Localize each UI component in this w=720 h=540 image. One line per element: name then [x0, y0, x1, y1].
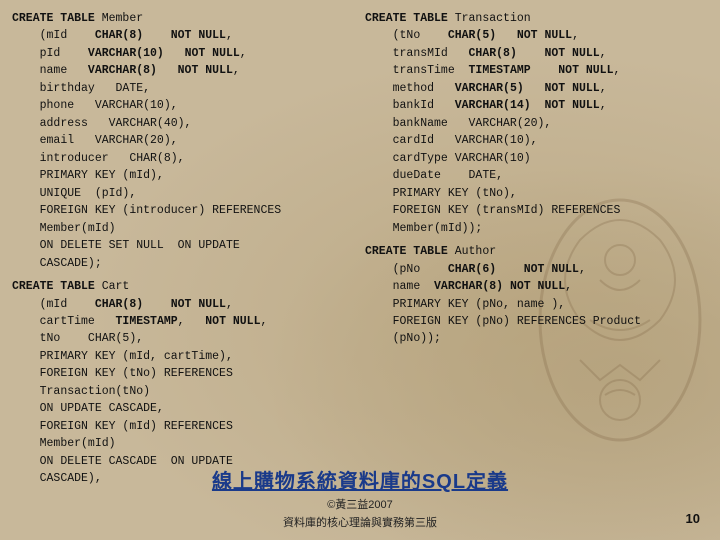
transaction-sql: CREATE TABLE Transaction (tNo CHAR(5) NO…: [365, 10, 708, 237]
author-sql: CREATE TABLE Author (pNo CHAR(6) NOT NUL…: [365, 243, 708, 348]
footer-sub1: ©黃三益2007: [0, 496, 720, 512]
footer-sub2: 資料庫的核心理論與實務第三版: [0, 514, 720, 530]
footer-title: 線上購物系統資料庫的SQL定義: [0, 465, 720, 494]
left-column: CREATE TABLE Member (mId CHAR(8) NOT NUL…: [12, 10, 355, 494]
cart-sql: CREATE TABLE Cart (mId CHAR(8) NOT NULL,…: [12, 278, 355, 488]
sql-block-member: CREATE TABLE Member (mId CHAR(8) NOT NUL…: [12, 10, 355, 272]
sql-block-cart: CREATE TABLE Cart (mId CHAR(8) NOT NULL,…: [12, 278, 355, 488]
sql-block-transaction: CREATE TABLE Transaction (tNo CHAR(5) NO…: [365, 10, 708, 237]
right-column: CREATE TABLE Transaction (tNo CHAR(5) NO…: [365, 10, 708, 494]
page-number: 10: [686, 511, 700, 526]
member-sql: CREATE TABLE Member (mId CHAR(8) NOT NUL…: [12, 10, 355, 272]
footer: 線上購物系統資料庫的SQL定義 ©黃三益2007 資料庫的核心理論與實務第三版: [0, 465, 720, 530]
content-area: CREATE TABLE Member (mId CHAR(8) NOT NUL…: [0, 0, 720, 504]
sql-block-author: CREATE TABLE Author (pNo CHAR(6) NOT NUL…: [365, 243, 708, 348]
copyright: ©黃三益2007: [327, 499, 393, 511]
